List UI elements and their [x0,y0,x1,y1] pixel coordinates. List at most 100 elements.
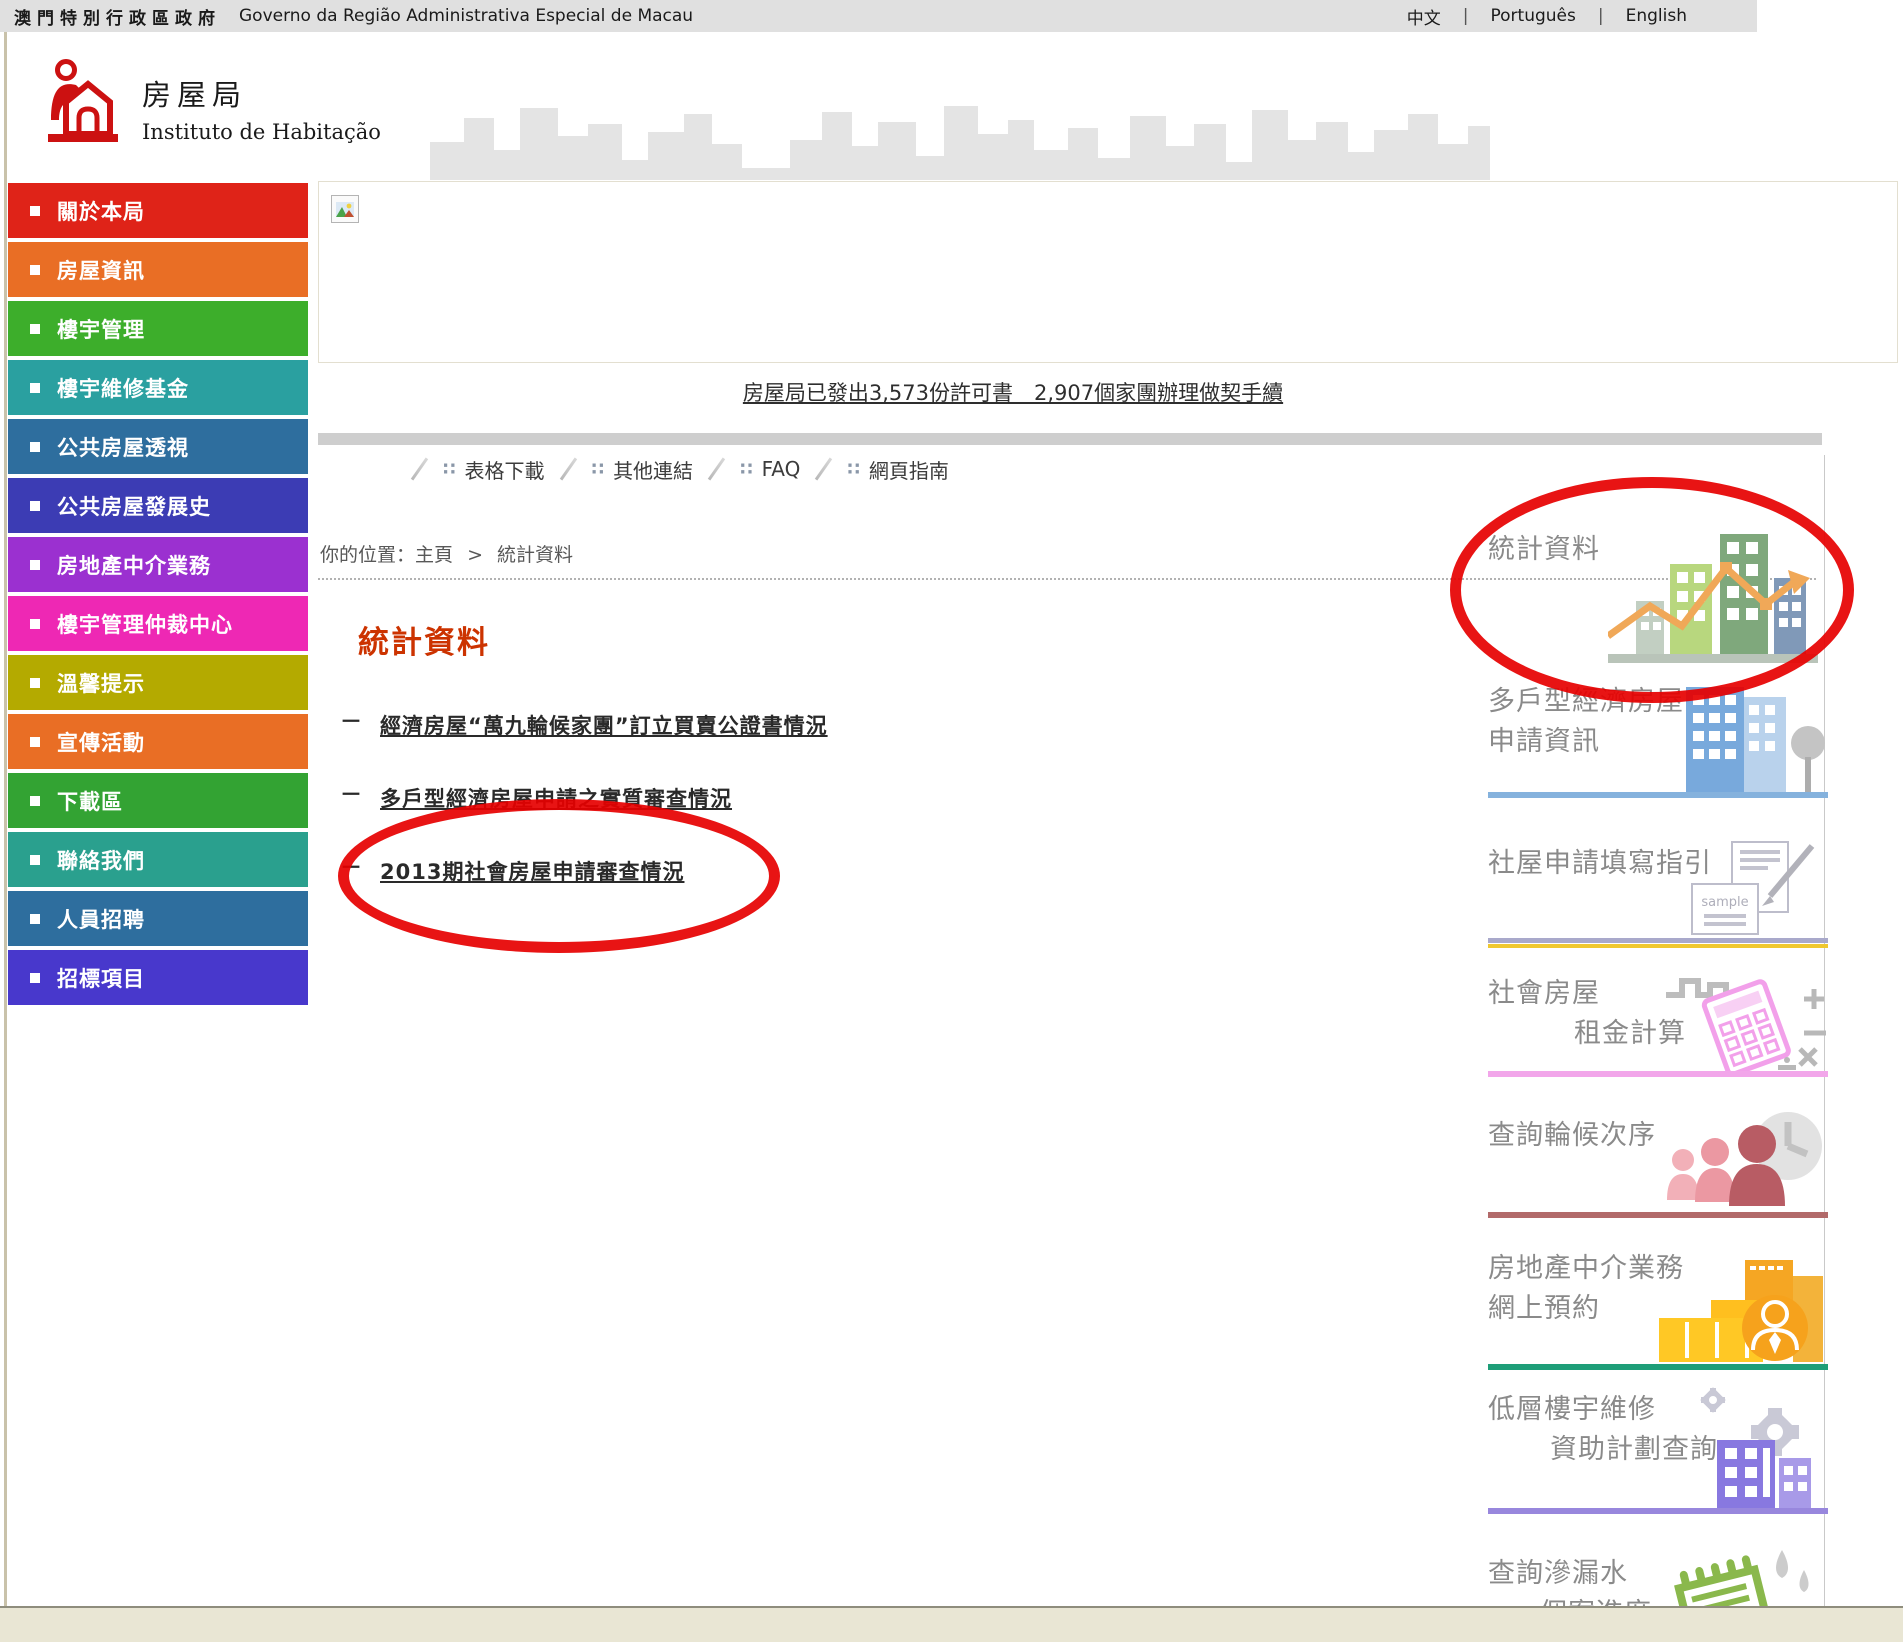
bullet-square-icon [30,914,40,924]
list-item: － 2013期社會房屋申請審查情況 [340,856,684,886]
sidebar-item-recruitment[interactable]: 人員招聘 [8,891,308,946]
tab-faq[interactable]: ∷ FAQ [740,457,800,481]
banner-social-housing-form-guide[interactable]: 社屋申請填寫指引 sample [1488,838,1828,948]
list-item: － 經濟房屋“萬九輪候家團”訂立買賣公證書情況 [340,710,828,740]
city-skyline-graphic [430,66,1490,180]
tab-marker-icon: ∷ [592,459,605,480]
sidebar-item-real-estate-agency[interactable]: 房地產中介業務 [8,537,308,592]
banner-queue-enquiry[interactable]: 查詢輪候次序 [1488,1108,1828,1218]
agent-booking-icon [1653,1254,1828,1366]
sidebar-item-tender-projects[interactable]: 招標項目 [8,950,308,1005]
banner-repair-subsidy-enquiry[interactable]: 低層樓宇維修資助計劃查詢 [1488,1386,1828,1514]
queue-people-clock-icon [1653,1108,1828,1213]
main-navigation: 關於本局 房屋資訊 樓宇管理 樓宇維修基金 公共房屋透視 公共房屋發展史 房地產… [8,183,308,1009]
banner-underline [1488,1508,1828,1514]
breadcrumb: 你的位置：主頁 > 統計資料 [320,540,573,567]
sidebar-item-about-bureau[interactable]: 關於本局 [8,183,308,238]
sidebar-item-arbitration-centre[interactable]: 樓宇管理仲裁中心 [8,596,308,651]
banner-statistics[interactable]: 統計資料 [1488,492,1828,672]
banner-rent-calculator[interactable]: 社會房屋租金計算 [1488,962,1828,1077]
repair-subsidy-icon [1653,1384,1828,1510]
sidebar-item-promotion-activities[interactable]: 宣傳活動 [8,714,308,769]
sidebar-item-contact-us[interactable]: 聯絡我們 [8,832,308,887]
bullet-square-icon [30,206,40,216]
link-dash-bullet: － [340,710,362,736]
rent-calculator-icon [1658,961,1828,1073]
bullet-square-icon [30,324,40,334]
breadcrumb-prefix: 你的位置： [320,544,415,566]
bullet-square-icon [30,796,40,806]
bullet-square-icon [30,619,40,629]
sidebar-item-download-area[interactable]: 下載區 [8,773,308,828]
sidebar-item-public-housing-overview[interactable]: 公共房屋透視 [8,419,308,474]
lang-portuguese-link[interactable]: Português [1491,6,1576,26]
government-name-zh: 澳門特別行政區政府 [14,4,221,29]
page-title: 統計資料 [358,617,490,662]
bullet-square-icon [30,737,40,747]
link-multi-family-review[interactable]: 多戶型經濟房屋申請之實質審查情況 [380,783,732,813]
bureau-name: 房屋局 Instituto de Habitação [142,58,381,144]
tab-marker-icon: ∷ [847,459,860,480]
top-content-box [318,181,1898,363]
bullet-square-icon [30,265,40,275]
page-left-border [4,32,7,1608]
macau-housing-bureau-page: 澳門特別行政區政府 Governo da Região Administrati… [0,0,1903,1642]
sidebar-item-friendly-reminder[interactable]: 溫馨提示 [8,655,308,710]
tab-marker-icon: ∷ [443,459,456,480]
list-item: － 多戶型經濟房屋申請之實質審查情況 [340,783,732,813]
broken-image-icon [331,195,359,223]
horizontal-divider-bar [318,433,1822,445]
sidebar-item-housing-info[interactable]: 房屋資訊 [8,242,308,297]
permit-notice-link[interactable]: 房屋局已發出3,573份許可書 2,907個家團辦理做契手續 [743,381,1283,405]
banner-underline [1488,1071,1828,1077]
tab-site-guide[interactable]: ∷ 網頁指南 [847,455,949,484]
link-economic-housing-notary[interactable]: 經濟房屋“萬九輪候家團”訂立買賣公證書情況 [380,710,828,740]
link-dash-bullet: － [340,783,362,809]
sidebar-item-public-housing-history[interactable]: 公共房屋發展史 [8,478,308,533]
lang-english-link[interactable]: English [1626,6,1687,26]
breadcrumb-current: 統計資料 [497,544,573,566]
bureau-logo[interactable]: 房屋局 Instituto de Habitação [46,58,381,150]
bureau-name-pt: Instituto de Habitação [142,120,381,144]
bullet-square-icon [30,855,40,865]
tab-other-links[interactable]: ∷ 其他連結 [592,455,694,484]
banner-underline [1488,1212,1828,1218]
statistics-buildings-icon [1608,506,1818,666]
bureau-name-zh: 房屋局 [142,72,381,114]
tab-marker-icon: ∷ [740,459,753,480]
banner-underline [1488,792,1828,798]
language-switcher: 中文 | Português | English [1407,4,1687,29]
breadcrumb-home-link[interactable]: 主頁 [415,544,453,566]
bullet-square-icon [30,501,40,511]
bullet-square-icon [30,383,40,393]
sidebar-item-maintenance-fund[interactable]: 樓宇維修基金 [8,360,308,415]
banner-underline-accent [1488,944,1828,948]
economic-housing-buildings-icon [1678,685,1828,793]
lang-separator: | [1463,6,1469,26]
house-person-logo-icon [46,58,120,150]
bullet-square-icon [30,560,40,570]
government-topbar: 澳門特別行政區政府 Governo da Região Administrati… [0,0,1757,33]
banner-agent-online-booking[interactable]: 房地產中介業務網上預約 [1488,1255,1828,1370]
banner-underline [1488,1364,1828,1370]
bullet-square-icon [30,442,40,452]
bullet-square-icon [30,973,40,983]
lang-chinese-link[interactable]: 中文 [1407,4,1441,29]
banner-underline [1488,938,1828,943]
tab-form-download[interactable]: ∷ 表格下載 [443,455,545,484]
site-header: 房屋局 Instituto de Habitação [0,32,1903,181]
link-2013-social-housing-review[interactable]: 2013期社會房屋申請審查情況 [380,856,684,886]
tab-separator [708,457,725,480]
svg-text:sample: sample [1701,895,1748,910]
lang-separator: | [1598,6,1604,26]
government-name-pt: Governo da Região Administrativa Especia… [239,6,693,26]
form-writing-icon: sample [1670,840,1820,940]
page-footer [0,1606,1903,1642]
tab-separator [559,457,576,480]
sidebar-item-building-management[interactable]: 樓宇管理 [8,301,308,356]
notice-marquee: 房屋局已發出3,573份許可書 2,907個家團辦理做契手續 [318,377,1708,407]
banner-economic-housing-info[interactable]: 多戶型經濟房屋申請資訊 [1488,690,1828,798]
tab-separator [815,457,832,480]
secondary-tab-bar: ∷ 表格下載 ∷ 其他連結 ∷ FAQ ∷ 網頁指南 [408,452,961,486]
tab-separator [411,457,428,480]
